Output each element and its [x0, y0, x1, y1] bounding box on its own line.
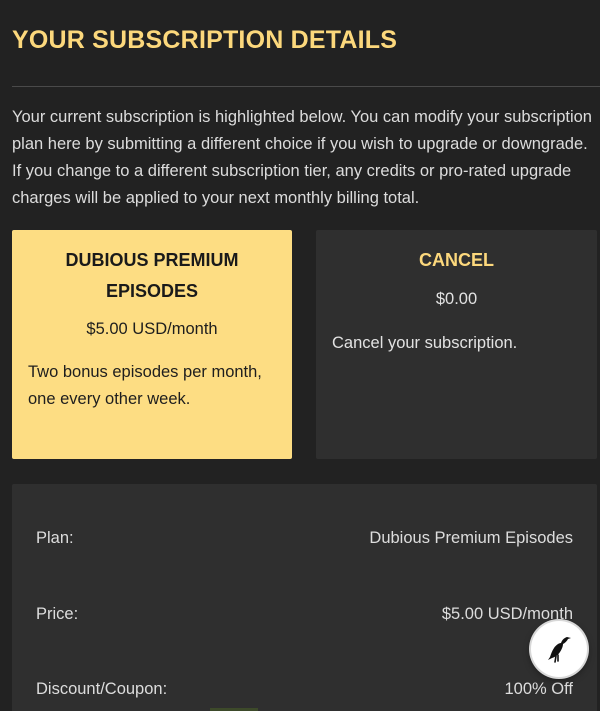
- chat-widget-button[interactable]: [531, 621, 587, 677]
- summary-label: Price:: [36, 604, 79, 623]
- bird-icon: [548, 637, 571, 663]
- summary-row-price: Price: $5.00 USD/month: [36, 602, 573, 626]
- plan-card-cancel[interactable]: CANCEL $0.00 Cancel your subscription.: [316, 230, 597, 459]
- page-title: YOUR SUBSCRIPTION DETAILS: [12, 26, 398, 54]
- summary-row-plan: Plan: Dubious Premium Episodes: [36, 526, 573, 550]
- summary-value: 100% Off: [504, 679, 574, 698]
- plan-description: Two bonus episodes per month, one every …: [28, 363, 262, 408]
- plan-price: $0.00: [435, 290, 478, 308]
- summary-label: Plan:: [36, 528, 74, 547]
- title-divider: [12, 86, 600, 87]
- plan-price: $5.00 USD/month: [86, 320, 218, 338]
- plan-name: CANCEL: [419, 250, 494, 270]
- summary-row-discount: Discount/Coupon: 100% Off: [36, 677, 573, 701]
- plan-card-premium[interactable]: DUBIOUS PREMIUM EPISODES $5.00 USD/month…: [12, 230, 292, 459]
- subscription-page: YOUR SUBSCRIPTION DETAILS Your current s…: [0, 0, 600, 711]
- plan-description: Cancel your subscription.: [332, 334, 518, 352]
- summary-value: Dubious Premium Episodes: [369, 528, 573, 547]
- subscription-summary: Plan: Dubious Premium Episodes Price: $5…: [12, 484, 597, 711]
- summary-label: Discount/Coupon:: [36, 679, 168, 698]
- intro-text: Your current subscription is highlighted…: [12, 108, 592, 207]
- plan-name: DUBIOUS PREMIUM EPISODES: [65, 250, 239, 301]
